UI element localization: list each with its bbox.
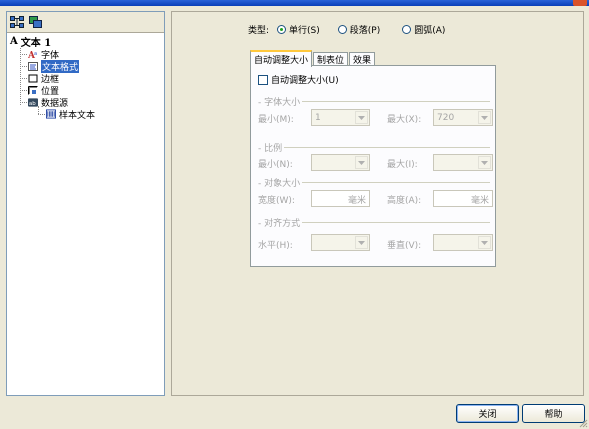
position-icon xyxy=(28,85,38,95)
type-label: 类型: xyxy=(248,26,270,36)
autosize-tab-panel: 自动调整大小(U) - 字体大小 最小(M): 1 最大(X): 720 - 比… xyxy=(250,65,496,267)
radio-label: 段落(P) xyxy=(349,26,381,36)
halign-combo[interactable] xyxy=(311,234,370,251)
radio-indicator[interactable] xyxy=(337,25,347,34)
chevron-down-icon[interactable] xyxy=(478,236,491,249)
svg-text:a: a xyxy=(34,51,37,57)
chevron-down-icon[interactable] xyxy=(478,111,491,124)
min-label: 最小(M): xyxy=(258,115,294,125)
help-button[interactable]: 帮助 xyxy=(522,404,585,423)
ratio-min-label: 最小(N): xyxy=(258,160,293,170)
autosize-checkbox-row[interactable]: 自动调整大小(U) xyxy=(258,73,339,86)
tree-item-font[interactable]: Aa 字体 xyxy=(10,48,164,61)
sample-text-icon xyxy=(46,109,56,119)
close-button[interactable]: 关闭 xyxy=(456,404,519,423)
group-alignment: - 对齐方式 xyxy=(258,216,303,229)
tree-root-text1[interactable]: A 文本 1 xyxy=(10,35,164,49)
svg-text:ab: ab xyxy=(29,100,36,106)
tree-item-label: 样本文本 xyxy=(59,110,96,121)
radio-indicator[interactable] xyxy=(277,25,287,34)
datasource-icon: ab xyxy=(28,97,38,107)
group-divider xyxy=(258,147,490,148)
valign-label: 垂直(V): xyxy=(387,241,422,251)
tree-item-position[interactable]: 位置 xyxy=(10,84,164,97)
title-bar xyxy=(0,0,589,6)
width-input[interactable]: 毫米 xyxy=(311,190,370,207)
tree-toolbar xyxy=(7,12,164,33)
type-radio-group: 类型: 单行(S) 段落(P) 圆弧(A) xyxy=(248,23,459,36)
width-label: 宽度(W): xyxy=(258,196,295,206)
resize-grip-icon[interactable] xyxy=(579,419,588,428)
tree-item-datasource[interactable]: ab 数据源 xyxy=(10,96,164,109)
chevron-down-icon[interactable] xyxy=(478,156,491,169)
ratio-max-label: 最大(I): xyxy=(387,160,418,170)
tab-tab-stops[interactable]: 制表位 xyxy=(313,52,349,66)
ratio-min-combo[interactable] xyxy=(311,154,370,171)
properties-panel: 类型: 单行(S) 段落(P) 圆弧(A) 自动调整大小 制表位 效果 自动调整… xyxy=(171,11,584,396)
radio-paragraph[interactable]: 段落(P) xyxy=(337,23,381,36)
radio-single-line[interactable]: 单行(S) xyxy=(277,23,320,36)
min-font-value: 1 xyxy=(315,112,321,123)
group-object-size: - 对象大小 xyxy=(258,176,303,189)
tab-autosize[interactable]: 自动调整大小 xyxy=(250,50,313,67)
radio-indicator[interactable] xyxy=(402,25,412,34)
window-close-button[interactable] xyxy=(573,0,587,6)
text-format-icon xyxy=(28,61,38,71)
autosize-checkbox[interactable] xyxy=(258,74,268,85)
tree-item-border[interactable]: 边框 xyxy=(10,72,164,85)
height-label: 高度(A): xyxy=(387,196,422,206)
max-font-combo[interactable]: 720 xyxy=(433,109,493,126)
property-tree-panel: A 文本 1 Aa 字体 文本格式 边框 位置 ab 数据源 样本文本 xyxy=(6,11,165,396)
text-object-icon: A xyxy=(10,36,18,47)
min-font-combo[interactable]: 1 xyxy=(311,109,370,126)
halign-label: 水平(H): xyxy=(258,241,293,251)
layers-icon[interactable] xyxy=(28,16,42,29)
tree-item-sample-text[interactable]: 样本文本 xyxy=(10,108,164,121)
radio-arc[interactable]: 圆弧(A) xyxy=(402,23,445,36)
tab-effects[interactable]: 效果 xyxy=(349,52,376,66)
radio-label: 圆弧(A) xyxy=(414,26,446,36)
chevron-down-icon[interactable] xyxy=(355,156,368,169)
height-input[interactable]: 毫米 xyxy=(433,190,493,207)
tab-strip: 自动调整大小 制表位 效果 xyxy=(250,49,376,67)
tree-item-text-format[interactable]: 文本格式 xyxy=(10,59,164,73)
radio-label: 单行(S) xyxy=(289,26,320,36)
autosize-checkbox-label: 自动调整大小(U) xyxy=(271,76,339,86)
ratio-max-combo[interactable] xyxy=(433,154,493,171)
valign-combo[interactable] xyxy=(433,234,493,251)
group-font-size: - 字体大小 xyxy=(258,95,303,108)
max-label: 最大(X): xyxy=(387,115,422,125)
network-icon[interactable] xyxy=(10,16,24,29)
property-tree: A 文本 1 Aa 字体 文本格式 边框 位置 ab 数据源 样本文本 xyxy=(7,33,164,121)
max-font-value: 720 xyxy=(437,112,455,123)
chevron-down-icon[interactable] xyxy=(355,111,368,124)
group-ratio: - 比例 xyxy=(258,141,285,154)
font-icon: Aa xyxy=(28,50,38,59)
chevron-down-icon[interactable] xyxy=(355,236,368,249)
border-icon xyxy=(28,74,38,83)
